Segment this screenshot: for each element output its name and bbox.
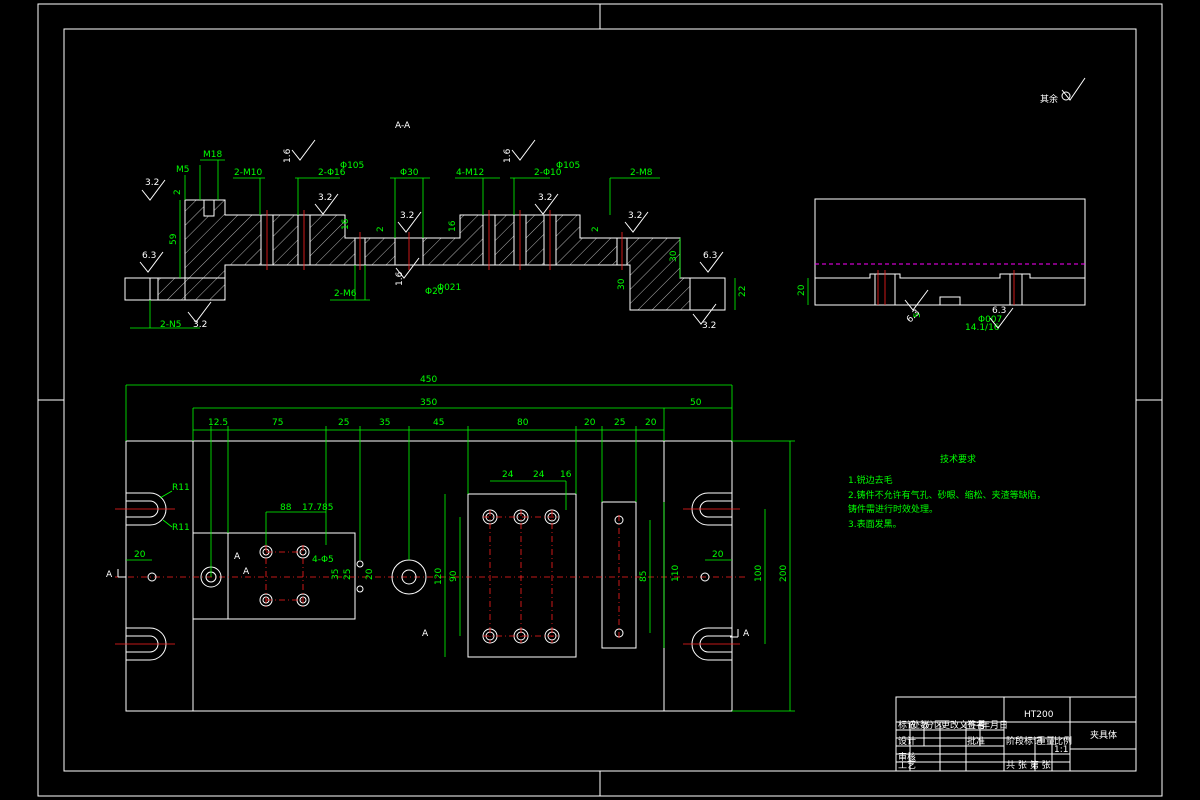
svg-text:17.785: 17.785 [302,503,334,513]
svg-text:A: A [743,629,750,639]
svg-text:4-Φ5: 4-Φ5 [312,555,334,565]
svg-text:重量: 重量 [1037,735,1055,747]
svg-text:25: 25 [343,569,353,580]
svg-text:Φ021: Φ021 [437,283,461,293]
plan-dimensions: 450 350 50 12.5 75 25 35 45 80 20 25 20 … [125,375,795,712]
general-roughness-mark: 其余 [1040,77,1086,105]
svg-text:20: 20 [134,550,146,560]
svg-text:30: 30 [669,250,679,262]
svg-text:12.5: 12.5 [208,418,228,428]
svg-text:2: 2 [376,226,386,232]
side-view: 20 5 14.1/16 Φ007 6.3 6.3 [797,198,1086,333]
svg-text:75: 75 [272,418,283,428]
svg-text:1.6: 1.6 [503,148,513,163]
svg-text:16: 16 [341,218,351,230]
svg-text:3.2: 3.2 [145,178,159,188]
svg-text:Φ105: Φ105 [340,161,364,171]
sheet-frame [37,3,1163,797]
svg-text:2: 2 [591,226,601,232]
svg-text:Φ007: Φ007 [978,315,1002,325]
svg-text:设计: 设计 [898,735,916,747]
svg-text:100: 100 [754,565,764,582]
svg-text:88: 88 [280,503,292,513]
title-block: HT200 夹具体 标记 处数 分区 更改文件号 签名 年月日 设计 审核 工艺… [895,696,1137,772]
part-name: 夹具体 [1090,729,1117,741]
svg-text:6.3: 6.3 [142,251,156,261]
svg-text:50: 50 [690,398,702,408]
svg-text:120: 120 [434,568,444,585]
svg-text:45: 45 [433,418,444,428]
svg-text:M18: M18 [203,150,222,160]
svg-text:2-M8: 2-M8 [630,168,653,178]
svg-text:20: 20 [365,568,375,580]
svg-text:6.3: 6.3 [905,308,922,325]
svg-text:2-M6: 2-M6 [334,289,357,299]
svg-text:16: 16 [560,470,572,480]
svg-text:6.3: 6.3 [992,306,1006,316]
svg-text:20: 20 [584,418,596,428]
svg-text:M5: M5 [176,165,190,175]
svg-text:1:1: 1:1 [1054,745,1068,755]
svg-text:24: 24 [502,470,514,480]
svg-text:20: 20 [645,418,657,428]
svg-text:批准: 批准 [967,735,985,747]
svg-text:20: 20 [712,550,724,560]
cad-drawing: 其余 A-A M5 M18 2-M10 2-Φ16 Φ105 Φ30 4-M12… [37,3,1163,797]
svg-text:2-M10: 2-M10 [234,168,262,178]
tech-req-line-2: 2.铸件不允许有气孔、砂眼、缩松、夹渣等缺陷， [848,489,1046,501]
svg-text:A: A [234,552,241,562]
material: HT200 [1024,710,1054,720]
svg-text:3.2: 3.2 [400,211,414,221]
svg-text:A: A [106,570,113,580]
tech-req-line-1: 1.锐边去毛 [848,474,893,486]
svg-text:1.6: 1.6 [283,148,293,163]
section-markers: A A A A A [106,552,750,639]
svg-text:2-N5: 2-N5 [160,320,181,330]
svg-text:350: 350 [420,398,437,408]
svg-text:A: A [243,567,250,577]
svg-text:3.2: 3.2 [538,193,552,203]
svg-text:R11: R11 [172,483,190,493]
tech-req-line-3: 铸件需进行时效处理。 [848,503,938,515]
technical-requirements: 技术要求 1.锐边去毛 2.铸件不允许有气孔、砂眼、缩松、夹渣等缺陷， 铸件需进… [848,453,1046,530]
svg-text:35: 35 [331,569,341,580]
svg-text:Φ30: Φ30 [400,168,419,178]
svg-text:年月日: 年月日 [981,719,1008,731]
svg-text:200: 200 [779,565,789,582]
svg-text:2: 2 [173,189,183,195]
svg-text:85: 85 [639,571,649,582]
svg-text:工艺: 工艺 [898,760,916,771]
svg-text:Φ105: Φ105 [556,161,580,171]
svg-text:6.3: 6.3 [703,251,717,261]
section-view-a-a: A-A M5 M18 2-M10 2-Φ16 Φ105 Φ30 4-M12 2-… [124,121,748,331]
svg-text:4-M12: 4-M12 [456,168,484,178]
plan-holes [147,509,710,644]
svg-text:R11: R11 [172,523,190,533]
svg-text:3.2: 3.2 [628,211,642,221]
svg-text:22: 22 [738,286,748,297]
plan-view: A A A A A 450 350 50 12.5 75 25 35 45 80… [106,375,795,712]
svg-text:其余: 其余 [1040,93,1058,105]
svg-text:59: 59 [169,233,179,245]
svg-text:450: 450 [420,375,437,385]
svg-text:20: 20 [797,284,807,296]
tech-req-title: 技术要求 [940,453,976,465]
svg-text:共 张 第 张: 共 张 第 张 [1006,759,1051,771]
svg-text:3.2: 3.2 [318,193,332,203]
section-title: A-A [395,121,411,131]
svg-text:25: 25 [338,418,349,428]
svg-text:35: 35 [379,418,390,428]
svg-text:3.2: 3.2 [702,321,716,331]
svg-text:24: 24 [533,470,545,480]
svg-text:16: 16 [448,220,458,232]
svg-text:80: 80 [517,418,529,428]
svg-text:30: 30 [617,278,627,290]
tech-req-line-4: 3.表面发黑。 [848,518,902,530]
svg-text:A: A [422,629,429,639]
svg-text:90: 90 [449,570,459,582]
svg-text:110: 110 [671,565,681,582]
svg-text:25: 25 [614,418,625,428]
